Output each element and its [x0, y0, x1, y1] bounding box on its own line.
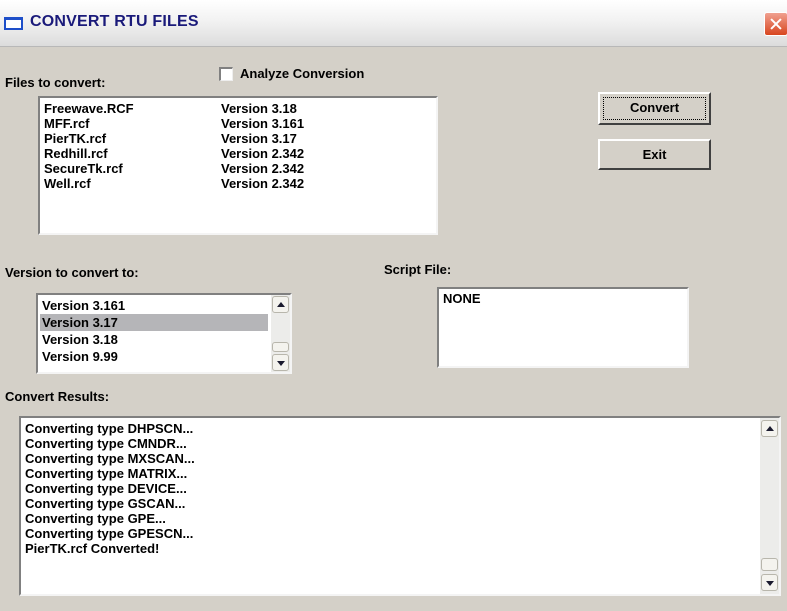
- results-scrollbar[interactable]: [760, 418, 779, 594]
- file-version: Version 2.342: [221, 176, 305, 191]
- chevron-up-icon[interactable]: [272, 296, 289, 313]
- result-line: Converting type DHPSCN...: [25, 421, 194, 436]
- scroll-thumb[interactable]: [761, 558, 778, 571]
- file-name: SecureTk.rcf: [44, 161, 123, 176]
- file-name: PierTK.rcf: [44, 131, 107, 146]
- exit-button[interactable]: Exit: [598, 139, 711, 170]
- results-label: Convert Results:: [5, 389, 110, 404]
- result-line: Converting type MATRIX...: [25, 466, 188, 481]
- convert-rtu-dialog: CONVERT RTU FILES Files to convert: Anal…: [0, 0, 787, 611]
- result-line: Converting type MXSCAN...: [25, 451, 195, 466]
- file-version: Version 3.18: [221, 101, 297, 116]
- script-file-label: Script File:: [384, 262, 452, 277]
- analyze-conversion-checkbox[interactable]: [219, 67, 233, 81]
- chevron-down-icon[interactable]: [272, 354, 289, 371]
- result-line: Converting type CMNDR...: [25, 436, 187, 451]
- scroll-thumb[interactable]: [272, 342, 289, 352]
- file-name: Freewave.RCF: [44, 101, 134, 116]
- chevron-down-icon[interactable]: [761, 574, 778, 591]
- script-file-box[interactable]: NONE: [437, 287, 689, 368]
- files-label: Files to convert:: [5, 75, 106, 90]
- results-textbox[interactable]: Converting type DHPSCN... Converting typ…: [19, 416, 781, 596]
- result-line: PierTK.rcf Converted!: [25, 541, 160, 556]
- exit-button-label: Exit: [642, 147, 667, 162]
- file-version: Version 2.342: [221, 146, 305, 161]
- window-icon: [4, 17, 23, 30]
- focus-ring: [603, 97, 706, 120]
- version-scrollbar[interactable]: [271, 295, 290, 372]
- version-option[interactable]: Version 9.99: [40, 348, 268, 365]
- title-bar[interactable]: CONVERT RTU FILES: [0, 0, 787, 47]
- version-option[interactable]: Version 3.161: [40, 297, 268, 314]
- analyze-conversion-label[interactable]: Analyze Conversion: [240, 66, 364, 81]
- version-label: Version to convert to:: [5, 265, 139, 280]
- result-line: Converting type GPESCN...: [25, 526, 194, 541]
- file-name: MFF.rcf: [44, 116, 90, 131]
- file-name: Well.rcf: [44, 176, 91, 191]
- result-line: Converting type DEVICE...: [25, 481, 187, 496]
- files-list[interactable]: Freewave.RCF Version 3.18 MFF.rcf Versio…: [38, 96, 438, 235]
- version-option-selected[interactable]: Version 3.17: [40, 314, 268, 331]
- version-option[interactable]: Version 3.18: [40, 331, 268, 348]
- file-version: Version 3.17: [221, 131, 297, 146]
- convert-button[interactable]: Convert: [598, 92, 711, 125]
- result-line: Converting type GPE...: [25, 511, 166, 526]
- file-name: Redhill.rcf: [44, 146, 108, 161]
- file-version: Version 3.161: [221, 116, 305, 131]
- file-version: Version 2.342: [221, 161, 305, 176]
- chevron-up-icon[interactable]: [761, 420, 778, 437]
- window-title: CONVERT RTU FILES: [30, 13, 199, 30]
- close-button[interactable]: [764, 12, 787, 36]
- script-file-value: NONE: [443, 291, 481, 306]
- result-line: Converting type GSCAN...: [25, 496, 186, 511]
- version-listbox[interactable]: Version 3.161 Version 3.17 Version 3.18 …: [36, 293, 292, 374]
